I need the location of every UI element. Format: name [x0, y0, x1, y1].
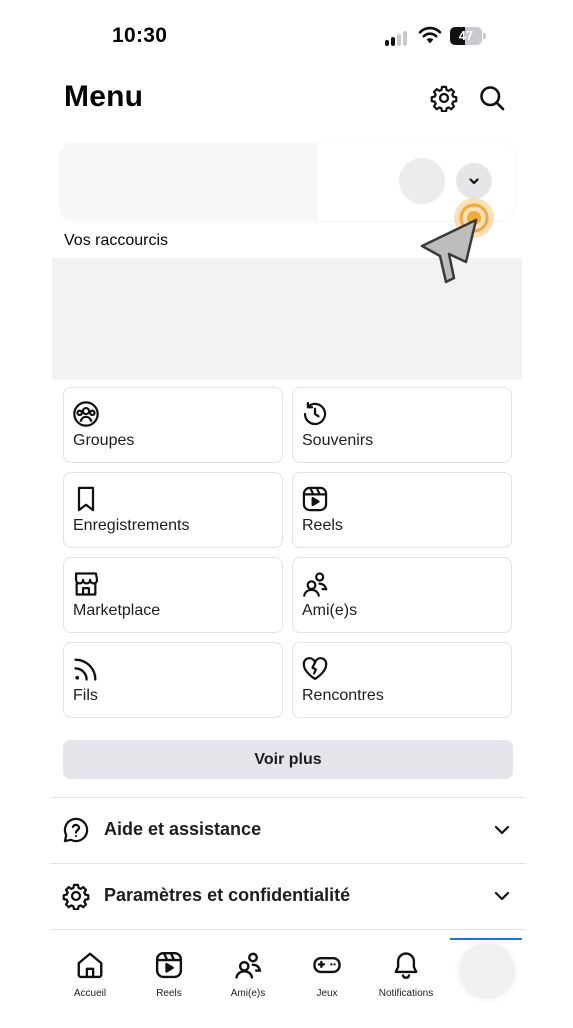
chevron-down-icon	[469, 178, 479, 185]
settings-privacy-section[interactable]: Paramètres et confidentialité	[50, 864, 526, 928]
wifi-icon	[418, 26, 442, 44]
tile-label: Marketplace	[73, 602, 161, 619]
help-section[interactable]: Aide et assistance	[50, 798, 526, 862]
gamepad-icon	[313, 956, 341, 974]
tab-label: Ami(e)s	[230, 988, 266, 999]
tile-label: Enregistrements	[73, 517, 190, 534]
battery-level: 47	[458, 28, 474, 43]
tile-label: Rencontres	[302, 687, 384, 704]
battery-icon: 47	[450, 27, 486, 45]
tab-label: Reels	[156, 988, 182, 999]
bookmark-icon	[72, 485, 100, 513]
tile-label: Groupes	[73, 432, 135, 449]
marketplace-icon	[72, 570, 100, 598]
chevron-down-icon	[494, 825, 510, 835]
tile-label: Fils	[73, 687, 98, 704]
tile-label: Reels	[302, 517, 343, 534]
tile-marketplace[interactable]: Marketplace	[63, 557, 283, 633]
groups-icon	[72, 400, 100, 428]
dating-icon	[301, 655, 329, 683]
tile-reels[interactable]: Reels	[292, 472, 512, 548]
tab-friends[interactable]: Ami(e)s	[208, 946, 288, 1006]
reels-icon	[155, 951, 183, 979]
divider	[50, 929, 526, 930]
tab-label: Notifications	[378, 988, 434, 999]
tab-notifications[interactable]: Notifications	[366, 946, 446, 1006]
home-icon	[77, 952, 103, 979]
cellular-signal-icon	[385, 30, 411, 46]
tab-home[interactable]: Accueil	[50, 946, 130, 1006]
shortcuts-title: Vos raccourcis	[64, 232, 169, 249]
page-title: Menu	[64, 80, 144, 113]
settings-button[interactable]	[426, 80, 462, 116]
tile-groups[interactable]: Groupes	[63, 387, 283, 463]
tile-saved[interactable]: Enregistrements	[63, 472, 283, 548]
gear-icon	[62, 883, 90, 910]
search-icon	[480, 86, 505, 111]
profile-expand-button[interactable]	[456, 163, 492, 199]
memories-icon	[301, 400, 329, 428]
status-bar: 10:30 47	[0, 0, 573, 70]
feeds-icon	[72, 655, 100, 683]
profile-card[interactable]	[60, 142, 514, 220]
section-label: Aide et assistance	[104, 819, 262, 839]
shortcuts-list[interactable]	[52, 258, 522, 380]
tab-games[interactable]: Jeux	[287, 946, 367, 1006]
tile-feeds[interactable]: Fils	[63, 642, 283, 718]
tile-friends[interactable]: Ami(e)s	[292, 557, 512, 633]
tile-dating[interactable]: Rencontres	[292, 642, 512, 718]
friends-icon	[235, 952, 262, 979]
search-button[interactable]	[474, 80, 510, 116]
avatar[interactable]	[399, 158, 445, 204]
tab-menu-avatar[interactable]	[459, 943, 515, 999]
tab-label: Accueil	[73, 988, 107, 999]
tile-label: Souvenirs	[302, 432, 374, 449]
see-more-button[interactable]: Voir plus	[63, 740, 513, 779]
tile-label: Ami(e)s	[302, 602, 358, 619]
bottom-tab-bar: Accueil Reels Ami(e)s Jeux Notifications	[0, 938, 573, 1028]
gear-icon	[430, 85, 458, 112]
friends-icon	[301, 570, 329, 598]
tile-memories[interactable]: Souvenirs	[292, 387, 512, 463]
status-time: 10:30	[112, 24, 168, 47]
help-icon	[63, 817, 89, 843]
bell-icon	[394, 952, 418, 979]
reels-icon	[301, 485, 329, 513]
chevron-down-icon	[494, 891, 510, 901]
active-tab-indicator	[450, 938, 522, 940]
menu-grid: Groupes Souvenirs Enregistrements Reels …	[63, 387, 513, 718]
section-label: Paramètres et confidentialité	[104, 885, 351, 905]
tab-label: Jeux	[316, 988, 338, 999]
tab-reels[interactable]: Reels	[129, 946, 209, 1006]
